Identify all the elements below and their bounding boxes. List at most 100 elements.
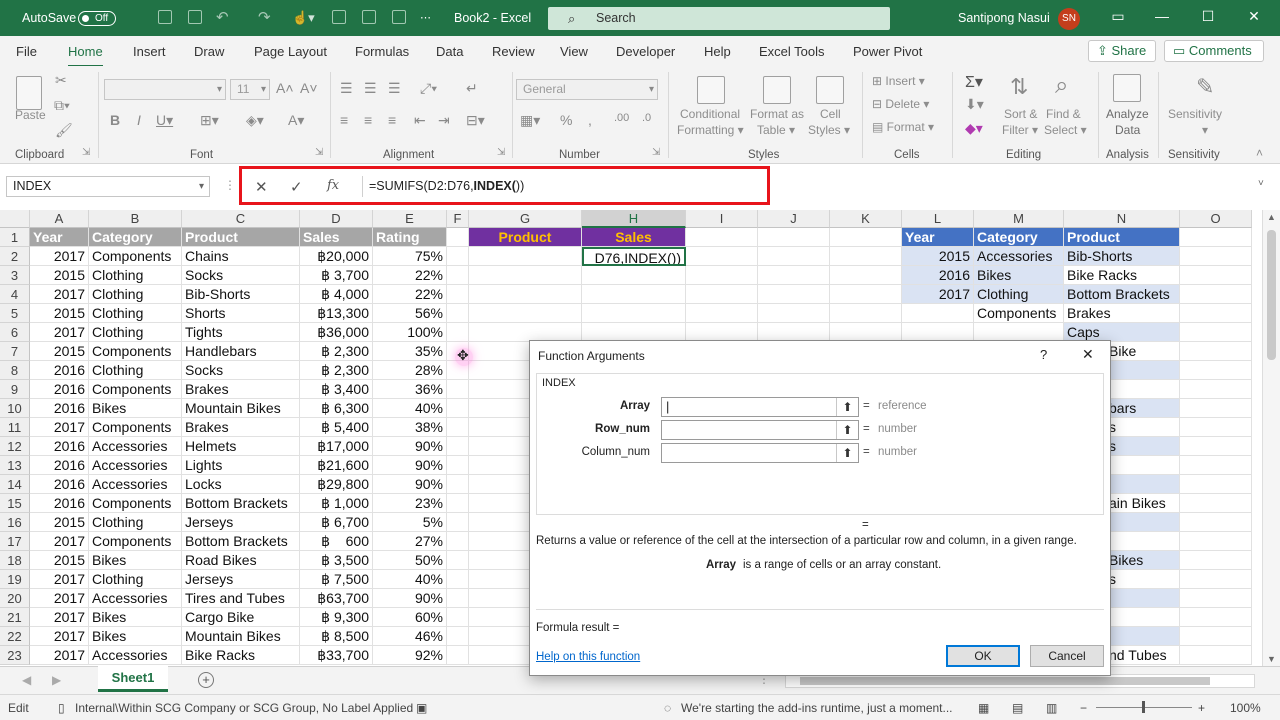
grid-cell[interactable] <box>582 266 686 285</box>
list-cell-product[interactable]: Brakes <box>1064 304 1180 323</box>
list-cell-product[interactable]: Bottom Brackets <box>1064 285 1180 304</box>
table-cell[interactable]: Helmets <box>182 437 300 456</box>
dialog-launcher-icon[interactable]: ⇲ <box>497 147 505 158</box>
row-header[interactable]: 1 <box>0 228 30 247</box>
scroll-thumb[interactable] <box>800 677 1210 685</box>
tab-draw[interactable]: Draw <box>194 44 224 59</box>
print-icon[interactable] <box>392 10 406 24</box>
grid-cell[interactable] <box>1180 532 1252 551</box>
table-cell[interactable]: Tights <box>182 323 300 342</box>
tab-help[interactable]: Help <box>704 44 731 59</box>
increase-font-icon[interactable]: A˄ <box>276 80 294 96</box>
grid-cell[interactable] <box>447 380 469 399</box>
table-cell[interactable]: Clothing <box>89 570 182 589</box>
grid-cell[interactable] <box>758 285 830 304</box>
column-header-f[interactable]: F <box>447 210 469 228</box>
insert-function-icon[interactable]: fx <box>327 178 339 193</box>
grid-cell[interactable] <box>447 323 469 342</box>
grid-cell[interactable] <box>582 304 686 323</box>
list-cell-year[interactable]: 2017 <box>902 285 974 304</box>
table-cell[interactable]: 2017 <box>30 608 89 627</box>
row-header[interactable]: 17 <box>0 532 30 551</box>
tab-data[interactable]: Data <box>436 44 463 59</box>
list-cell-year[interactable]: 2016 <box>902 266 974 285</box>
grid-cell[interactable] <box>758 304 830 323</box>
table-cell[interactable]: Chains <box>182 247 300 266</box>
zoom-slider-thumb[interactable] <box>1142 701 1145 713</box>
sensitivity-status[interactable]: Internal\Within SCG Company or SCG Group… <box>75 701 413 715</box>
table-cell[interactable]: 50% <box>373 551 447 570</box>
autosave-toggle[interactable]: Off <box>78 11 116 26</box>
ribbon-display-icon[interactable]: ▭ <box>1108 8 1128 25</box>
copy-icon[interactable]: ⧉▾ <box>54 97 70 114</box>
table-cell[interactable]: Bottom Brackets <box>182 494 300 513</box>
merge-center-icon[interactable]: ⊟▾ <box>466 112 485 129</box>
delete-cells-button[interactable]: ⊟ Delete ▾ <box>872 97 929 111</box>
grid-cell[interactable] <box>447 285 469 304</box>
criteria-header-product[interactable]: Product <box>469 228 582 247</box>
table-cell[interactable]: 40% <box>373 399 447 418</box>
table-cell[interactable]: Clothing <box>89 323 182 342</box>
table-cell[interactable]: Bikes <box>89 399 182 418</box>
grid-cell[interactable] <box>830 266 902 285</box>
list-cell-category[interactable]: Accessories <box>974 247 1064 266</box>
dialog-help-icon[interactable]: ? <box>1040 347 1047 362</box>
table-cell[interactable]: Bikes <box>89 551 182 570</box>
row-header[interactable]: 21 <box>0 608 30 627</box>
table-cell[interactable]: ฿17,000 <box>300 437 373 456</box>
table-cell[interactable]: Locks <box>182 475 300 494</box>
grid-cell[interactable] <box>1180 247 1252 266</box>
grid-cell[interactable] <box>686 285 758 304</box>
expand-formula-bar-icon[interactable]: ˅ <box>1258 178 1264 189</box>
table-cell[interactable]: Brakes <box>182 418 300 437</box>
table-cell[interactable]: ฿21,600 <box>300 456 373 475</box>
grid-cell[interactable] <box>447 494 469 513</box>
table-cell[interactable]: ฿ 1,000 <box>300 494 373 513</box>
tab-review[interactable]: Review <box>492 44 535 59</box>
grid-cell[interactable] <box>1180 304 1252 323</box>
table-header-cell[interactable]: Rating <box>373 228 447 247</box>
column-header-o[interactable]: O <box>1180 210 1252 228</box>
row-header[interactable]: 7 <box>0 342 30 361</box>
analyze-data-button[interactable]: Analyze <box>1106 107 1149 121</box>
table-cell[interactable]: ฿36,000 <box>300 323 373 342</box>
list-cell-product[interactable]: Bib-Shorts <box>1064 247 1180 266</box>
percent-icon[interactable]: % <box>560 112 572 128</box>
column-header-a[interactable]: A <box>30 210 89 228</box>
table-cell[interactable]: ฿ 5,400 <box>300 418 373 437</box>
row-header[interactable]: 15 <box>0 494 30 513</box>
conditional-formatting-button[interactable]: Conditional <box>680 107 740 121</box>
table-cell[interactable]: 22% <box>373 285 447 304</box>
grid-cell[interactable] <box>830 228 902 247</box>
grid-cell[interactable] <box>758 266 830 285</box>
column-header-k[interactable]: K <box>830 210 902 228</box>
underline-icon[interactable]: U▾ <box>156 112 173 129</box>
share-button[interactable]: ⇪ Share <box>1088 40 1156 62</box>
table-cell[interactable]: 2016 <box>30 361 89 380</box>
close-icon[interactable]: ✕ <box>1244 8 1264 25</box>
column-header-j[interactable]: J <box>758 210 830 228</box>
row-header[interactable]: 8 <box>0 361 30 380</box>
grid-cell[interactable] <box>469 266 582 285</box>
grid-cell[interactable] <box>447 608 469 627</box>
grid-cell[interactable] <box>830 285 902 304</box>
table-cell[interactable]: ฿ 600 <box>300 532 373 551</box>
grid-cell[interactable] <box>447 437 469 456</box>
collapse-ribbon-icon[interactable]: ˄ <box>1256 146 1263 160</box>
grid-cell[interactable] <box>447 551 469 570</box>
table-cell[interactable]: 2016 <box>30 475 89 494</box>
grid-cell[interactable] <box>902 304 974 323</box>
orientation-icon[interactable]: ⤢▾ <box>420 80 437 97</box>
column-header-l[interactable]: L <box>902 210 974 228</box>
table-cell[interactable]: 2017 <box>30 247 89 266</box>
table-cell[interactable]: ฿ 3,700 <box>300 266 373 285</box>
row-header[interactable]: 5 <box>0 304 30 323</box>
cancel-formula-icon[interactable]: ✕ <box>255 178 268 196</box>
table-cell[interactable]: 36% <box>373 380 447 399</box>
table-cell[interactable]: 46% <box>373 627 447 646</box>
grid-cell[interactable] <box>1180 228 1252 247</box>
comments-button[interactable]: ▭ Comments <box>1164 40 1264 62</box>
decrease-decimal-icon[interactable]: .0 <box>642 112 651 124</box>
list-cell-year[interactable]: 2015 <box>902 247 974 266</box>
table-cell[interactable]: 60% <box>373 608 447 627</box>
